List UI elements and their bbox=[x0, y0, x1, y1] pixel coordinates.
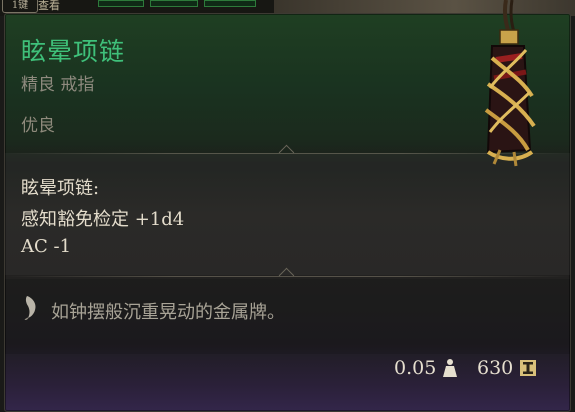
hud-slot[interactable] bbox=[150, 0, 198, 7]
hud-label: 查看 bbox=[38, 0, 60, 12]
item-rarity: 优良 bbox=[21, 116, 55, 136]
item-price: 630 bbox=[477, 357, 514, 379]
item-description: 如钟摆般沉重晃动的金属牌。 bbox=[51, 302, 285, 323]
hotkey-badge: 1键 bbox=[2, 0, 38, 13]
weight-icon bbox=[443, 359, 457, 377]
amulet-image bbox=[484, 0, 536, 167]
gold-coin-icon bbox=[520, 360, 536, 376]
effect-line: AC -1 bbox=[21, 236, 72, 257]
hud-slot[interactable] bbox=[204, 0, 256, 7]
item-name: 眩晕项链 bbox=[21, 37, 126, 66]
hud-slot[interactable] bbox=[98, 0, 144, 7]
quill-icon bbox=[24, 296, 36, 320]
item-weight: 0.05 bbox=[394, 357, 437, 379]
item-type: 精良 戒指 bbox=[21, 75, 95, 95]
effect-line: 感知豁免检定 +1d4 bbox=[21, 209, 185, 230]
effects-title: 眩晕项链: bbox=[21, 178, 100, 199]
